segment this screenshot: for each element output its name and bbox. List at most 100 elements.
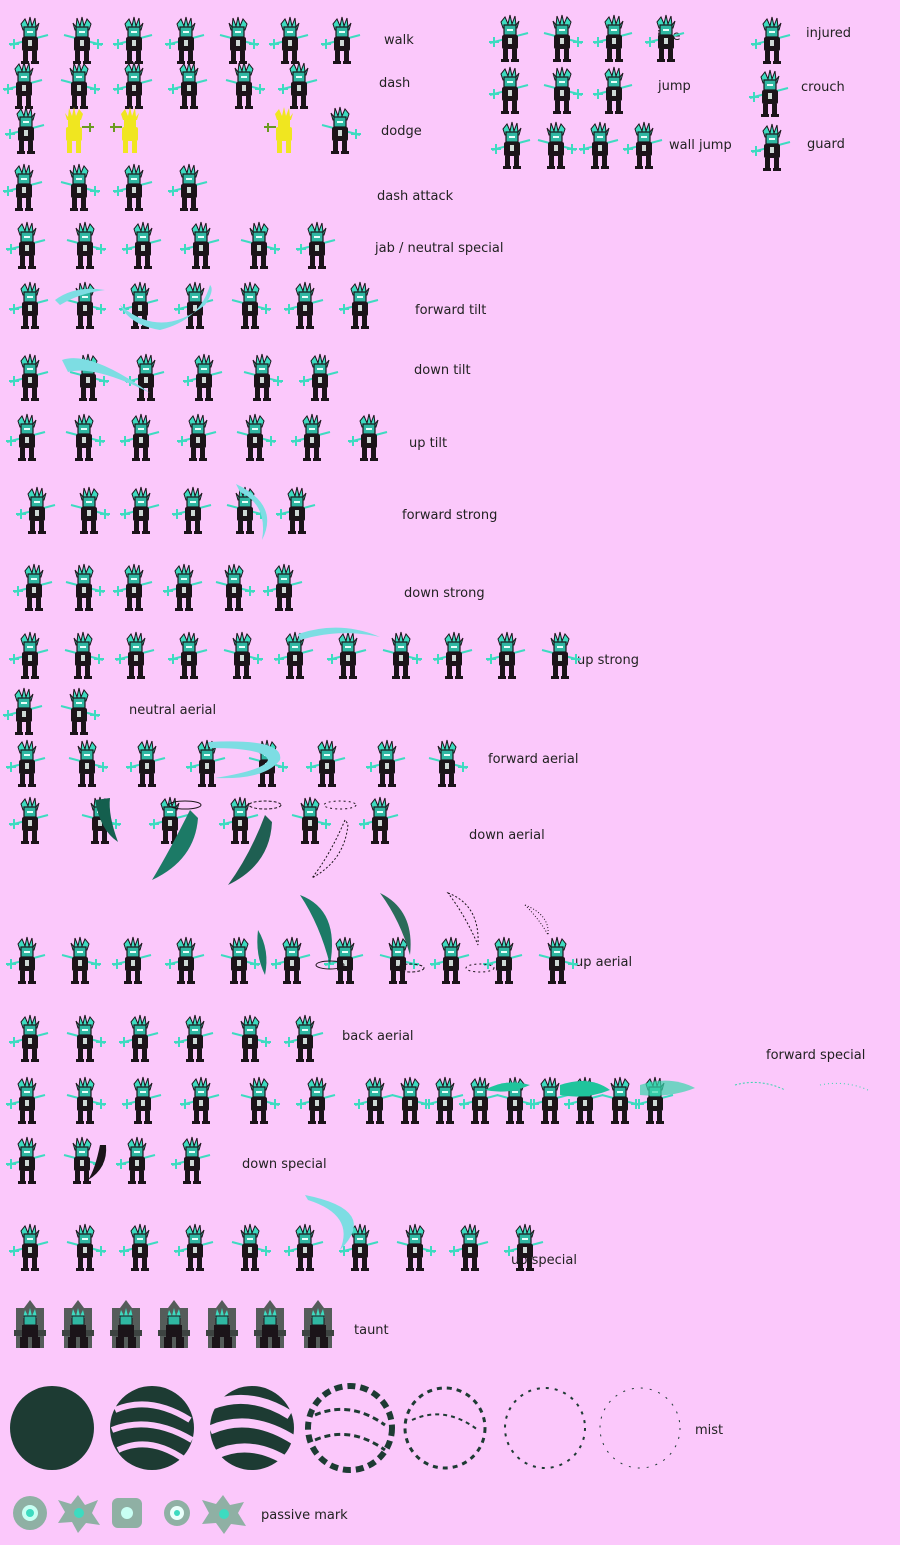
sprite-frame-forward-strong	[223, 485, 267, 535]
sprite-frame-jab	[121, 220, 165, 270]
mist-orb	[504, 1387, 586, 1469]
sprite-frame-down-tilt	[66, 352, 110, 402]
sprite-frame-idle	[592, 13, 636, 63]
sprite-frame-taunt	[200, 1300, 244, 1350]
sprite-frame-dodge	[318, 105, 362, 155]
sprite-frame-jump	[540, 65, 584, 115]
sprite-frame-back-aerial	[118, 1013, 162, 1063]
sprite-frame-dash-attack	[167, 162, 211, 212]
row-label-walk: walk	[384, 33, 414, 48]
sprite-frame-jab	[295, 220, 339, 270]
sprite-frame-up-special	[173, 1222, 217, 1272]
row-label-forward-tilt: forward tilt	[415, 303, 487, 318]
mist-orb	[403, 1386, 487, 1470]
sprite-frame-wall-jump	[490, 120, 534, 170]
row-label-forward-special: forward special	[766, 1048, 866, 1063]
sprite-frame-dash	[112, 60, 156, 110]
passive-mark-frame	[13, 1496, 47, 1530]
row-label-guard: guard	[807, 137, 845, 152]
sprite-frame-down-aerial	[218, 795, 262, 845]
sprite-frame-idle	[488, 13, 532, 63]
sprite-frame-forward-special	[179, 1075, 223, 1125]
sprite-frame-neutral-aerial	[2, 686, 46, 736]
sprite-frame-up-strong	[273, 630, 317, 680]
sprite-frame-forward-aerial	[65, 738, 109, 788]
sprite-frame-idle	[540, 13, 584, 63]
sprite-frame-up-special	[8, 1222, 52, 1272]
sprite-frame-forward-tilt	[8, 280, 52, 330]
sprite-frame-forward-aerial	[185, 738, 229, 788]
dark-wing	[524, 904, 549, 937]
sprite-frame-back-aerial	[173, 1013, 217, 1063]
sprite-frame-up-aerial	[429, 935, 473, 985]
row-label-crouch: crouch	[801, 80, 845, 95]
sprite-frame-up-aerial	[376, 935, 420, 985]
sprite-frame-forward-aerial	[125, 738, 169, 788]
row-label-neutral-aerial: neutral aerial	[129, 703, 217, 718]
row-label-down-tilt: down tilt	[414, 363, 471, 378]
sprite-frame-up-tilt	[5, 412, 49, 462]
sprite-frame-forward-aerial	[5, 738, 49, 788]
sprite-frame-crouch	[748, 68, 792, 118]
sprite-frame-dash	[277, 60, 321, 110]
row-label-wall-jump: wall jump	[669, 138, 732, 153]
sprite-frame-dash-attack	[57, 162, 101, 212]
sprite-frame-back-aerial	[228, 1013, 272, 1063]
sprite-frame-up-strong	[167, 630, 211, 680]
sprite-frame-forward-special	[295, 1075, 339, 1125]
sprite-frame-up-aerial	[111, 935, 155, 985]
sprite-frame-taunt	[104, 1300, 148, 1350]
sprite-frame-down-tilt	[298, 352, 342, 402]
sprite-frame-down-special	[60, 1135, 104, 1185]
sprite-frame-forward-strong	[119, 485, 163, 535]
passive-mark-frame	[164, 1500, 190, 1526]
sprite-frame-forward-special	[633, 1075, 677, 1125]
sprite-frame-up-strong	[114, 630, 158, 680]
sprite-frame-dash	[57, 60, 101, 110]
sprite-frame-up-aerial	[535, 935, 579, 985]
mist-orb	[110, 1386, 194, 1470]
sprite-frame-up-tilt	[290, 412, 334, 462]
sprite-frame-down-special	[5, 1135, 49, 1185]
sprite-frame-back-aerial	[8, 1013, 52, 1063]
sprite-frame-dash-attack	[2, 162, 46, 212]
sprite-frame-wall-jump	[578, 120, 622, 170]
sprite-frame-taunt	[56, 1300, 100, 1350]
sprite-frame-forward-tilt	[338, 280, 382, 330]
sprite-frame-jump	[488, 65, 532, 115]
sprite-frame-forward-tilt	[173, 280, 217, 330]
sprite-frame-forward-strong	[15, 485, 59, 535]
passive-mark-frame	[112, 1498, 142, 1528]
sprite-frame-up-special	[228, 1222, 272, 1272]
sprite-frame-dodge	[262, 105, 306, 155]
sprite-frame-dash	[2, 60, 46, 110]
sprite-frame-wall-jump	[622, 120, 666, 170]
row-label-down-strong: down strong	[404, 586, 485, 601]
sprite-frame-forward-aerial	[365, 738, 409, 788]
sprite-frame-down-strong	[112, 562, 156, 612]
sprite-frame-walk	[216, 15, 260, 65]
sprite-frame-up-tilt	[119, 412, 163, 462]
sprite-frame-taunt	[8, 1300, 52, 1350]
passive-mark-frame	[58, 1495, 100, 1533]
sprite-frame-up-aerial	[164, 935, 208, 985]
sprite-frame-dodge	[108, 105, 152, 155]
sprite-frame-dash-attack	[112, 162, 156, 212]
sprite-frame-jump	[592, 65, 636, 115]
row-label-jump: jump	[658, 79, 691, 94]
sprite-frame-forward-tilt	[118, 280, 162, 330]
sprite-frame-up-aerial	[323, 935, 367, 985]
sprite-frame-jab	[63, 220, 107, 270]
sprite-frame-back-aerial	[63, 1013, 107, 1063]
sprite-frame-up-special	[118, 1222, 162, 1272]
sprite-frame-forward-strong	[171, 485, 215, 535]
sprite-frame-walk	[112, 15, 156, 65]
sprite-frame-taunt	[296, 1300, 340, 1350]
sprite-frame-up-strong	[379, 630, 423, 680]
sprite-frame-down-aerial	[358, 795, 402, 845]
sprite-frame-up-strong	[432, 630, 476, 680]
sprite-frame-up-tilt	[233, 412, 277, 462]
row-label-up-strong: up strong	[577, 653, 639, 668]
sprite-frame-down-special	[170, 1135, 214, 1185]
passive-mark-frame	[202, 1495, 246, 1534]
